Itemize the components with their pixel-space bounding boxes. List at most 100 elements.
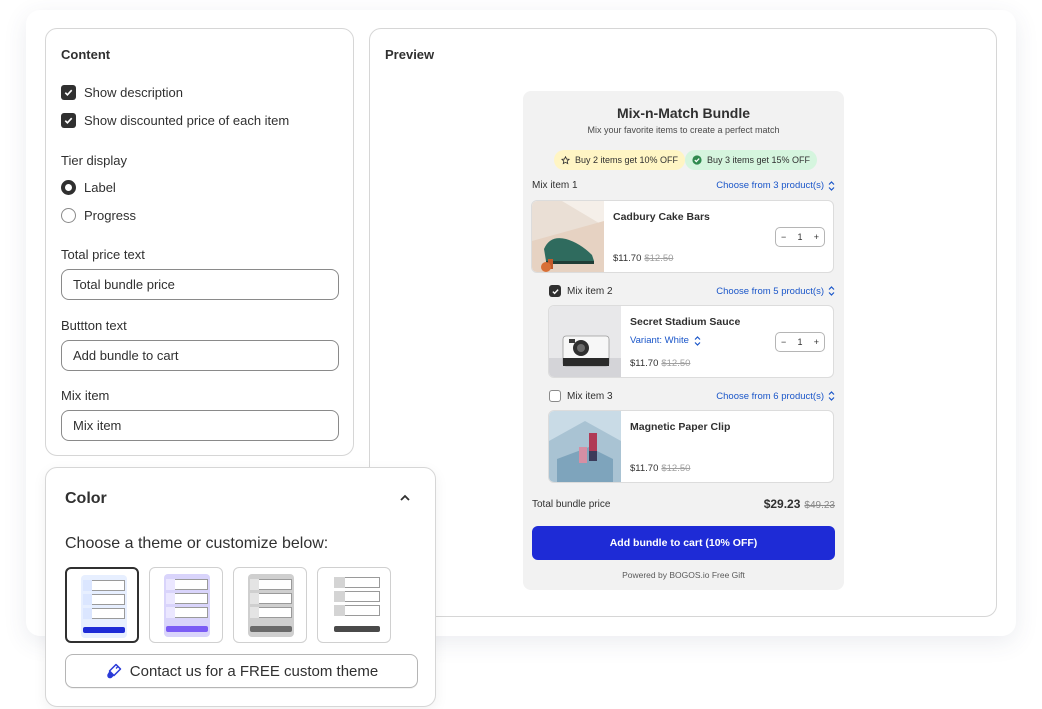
tier-option-progress: Progress — [84, 208, 137, 223]
mix-item-1-compare-price: $12.50 — [644, 253, 674, 264]
color-card: Color Choose a theme or customize below: — [45, 467, 436, 707]
tier-badge-2: Buy 3 items get 15% OFF — [685, 150, 818, 170]
contact-button-label: Contact us for a FREE custom theme — [129, 662, 379, 680]
minus-icon[interactable]: − — [781, 232, 786, 242]
plus-icon[interactable]: + — [814, 337, 819, 347]
tier-option-label: Label — [84, 180, 116, 195]
total-price: $29.23 $49.23 — [764, 497, 835, 511]
theme-option-gray[interactable] — [233, 567, 307, 643]
radio-unselected-icon — [61, 208, 76, 223]
mix-item-1-price: $11.70 $12.50 — [613, 253, 673, 264]
mix-item-2-compare-price: $12.50 — [661, 358, 691, 369]
color-subtitle: Choose a theme or customize below: — [65, 535, 329, 552]
mix-item-1-qty: 1 — [797, 232, 803, 242]
tier-badge-2-text: Buy 3 items get 15% OFF — [707, 155, 811, 165]
lipstick-product-image — [549, 411, 621, 482]
theme-purple-preview — [164, 574, 210, 637]
mix-item-3-product-card[interactable]: Magnetic Paper Clip $11.70 $12.50 — [548, 410, 834, 483]
contact-custom-theme-button[interactable]: Contact us for a FREE custom theme — [65, 654, 418, 688]
button-text-input[interactable]: Add bundle to cart — [61, 340, 339, 371]
camera-product-image — [549, 306, 621, 377]
mix-item-3-price: $11.70 $12.50 — [630, 463, 690, 474]
theme-option-dark[interactable] — [317, 567, 391, 643]
theme-blue-preview — [81, 575, 127, 638]
mix-item-1-header: Mix item 1 Choose from 3 product(s) — [532, 180, 835, 191]
bundle-widget: Mix-n-Match Bundle Mix your favorite ite… — [523, 91, 844, 590]
mix-item-3-price-value: $11.70 — [630, 463, 659, 474]
mix-item-2-choose[interactable]: Choose from 5 product(s) — [716, 286, 835, 297]
mix-item-1-choose[interactable]: Choose from 3 product(s) — [716, 180, 835, 191]
minus-icon[interactable]: − — [781, 337, 786, 347]
show-discounted-label: Show discounted price of each item — [84, 113, 290, 128]
mix-item-2-quantity-stepper[interactable]: − 1 + — [775, 332, 825, 352]
selector-icon — [694, 335, 701, 346]
chevron-up-icon[interactable] — [399, 492, 411, 504]
powered-by-text: Powered by BOGOS.io Free Gift — [622, 570, 745, 580]
mix-item-3-header: Mix item 3 Choose from 6 product(s) — [549, 390, 835, 402]
preview-card: Preview Mix-n-Match Bundle Mix your favo… — [369, 28, 997, 617]
mix-item-3-label: Mix item 3 — [567, 390, 613, 402]
mix-item-2-product-name: Secret Stadium Sauce — [630, 316, 741, 328]
show-description-checkbox[interactable]: Show description — [61, 85, 183, 100]
theme-option-purple[interactable] — [149, 567, 223, 643]
mix-item-1-quantity-stepper[interactable]: − 1 + — [775, 227, 825, 247]
checkbox-unchecked-icon — [549, 390, 561, 402]
mix-item-3-product-name: Magnetic Paper Clip — [630, 421, 731, 433]
tier-badge-1: Buy 2 items get 10% OFF — [554, 150, 686, 170]
paint-brush-icon — [105, 662, 123, 680]
total-label: Total bundle price — [532, 498, 611, 510]
mix-item-2-variant: Variant: White — [630, 335, 689, 346]
theme-gray-preview — [248, 574, 294, 637]
bundle-title: Mix-n-Match Bundle — [617, 105, 750, 121]
star-icon — [561, 155, 570, 165]
mix-item-2-toggle[interactable]: Mix item 2 — [549, 285, 613, 297]
content-card: Content Show description Show discounted… — [45, 28, 354, 456]
total-row: Total bundle price $29.23 $49.23 — [532, 497, 835, 511]
mix-item-1-product-name: Cadbury Cake Bars — [613, 211, 710, 223]
mix-item-2-price-value: $11.70 — [630, 358, 659, 369]
tier-display-label: Tier display — [61, 153, 127, 168]
total-price-text-input[interactable]: Total bundle price — [61, 269, 339, 300]
show-discounted-checkbox[interactable]: Show discounted price of each item — [61, 113, 289, 128]
mix-item-label: Mix item — [61, 388, 110, 403]
mix-item-2-price: $11.70 $12.50 — [630, 358, 690, 369]
total-price-text-label: Total price text — [61, 247, 145, 262]
mix-item-2-variant-select[interactable]: Variant: White — [630, 335, 701, 346]
mix-item-1-label: Mix item 1 — [532, 180, 578, 191]
add-bundle-to-cart-button[interactable]: Add bundle to cart (10% OFF) — [532, 526, 835, 560]
total-price-value: $29.23 — [763, 497, 801, 511]
mix-item-3-choose[interactable]: Choose from 6 product(s) — [716, 391, 835, 402]
button-text-label: Buttton text — [61, 318, 127, 333]
mix-item-2-header: Mix item 2 Choose from 5 product(s) — [549, 285, 835, 297]
radio-selected-icon — [61, 180, 76, 195]
check-circle-icon — [692, 155, 702, 165]
plus-icon[interactable]: + — [814, 232, 819, 242]
color-title: Color — [65, 490, 107, 507]
selector-icon — [828, 180, 835, 191]
mix-item-1-price-value: $11.70 — [613, 253, 642, 264]
mix-item-3-toggle[interactable]: Mix item 3 — [549, 390, 613, 402]
checkbox-checked-icon — [549, 285, 561, 297]
mix-item-input[interactable]: Mix item — [61, 410, 339, 441]
mix-item-2-product-card[interactable]: Secret Stadium Sauce Variant: White − 1 … — [548, 305, 834, 378]
selector-icon — [828, 391, 835, 401]
mix-item-2-label: Mix item 2 — [567, 285, 613, 297]
checkbox-checked-icon — [61, 113, 76, 128]
tier-option-progress-radio[interactable]: Progress — [61, 208, 136, 223]
tier-badge-1-text: Buy 2 items get 10% OFF — [575, 155, 679, 165]
shoe-product-image — [532, 201, 604, 272]
selector-icon — [828, 286, 835, 296]
preview-title: Preview — [385, 47, 435, 62]
theme-option-blue[interactable] — [65, 567, 139, 643]
show-description-label: Show description — [84, 85, 183, 100]
tier-option-label-radio[interactable]: Label — [61, 180, 116, 195]
mix-item-2-choose-text: Choose from 5 product(s) — [716, 285, 824, 297]
mix-item-3-compare-price: $12.50 — [661, 463, 691, 474]
checkbox-checked-icon — [61, 85, 76, 100]
theme-dark-preview — [332, 574, 380, 637]
mix-item-1-choose-text: Choose from 3 product(s) — [716, 180, 824, 191]
total-compare-price: $49.23 — [804, 500, 835, 511]
bundle-subtitle: Mix your favorite items to create a perf… — [587, 125, 780, 135]
mix-item-2-qty: 1 — [797, 337, 803, 347]
mix-item-1-product-card[interactable]: Cadbury Cake Bars − 1 + $11.70 $12.50 — [531, 200, 834, 273]
